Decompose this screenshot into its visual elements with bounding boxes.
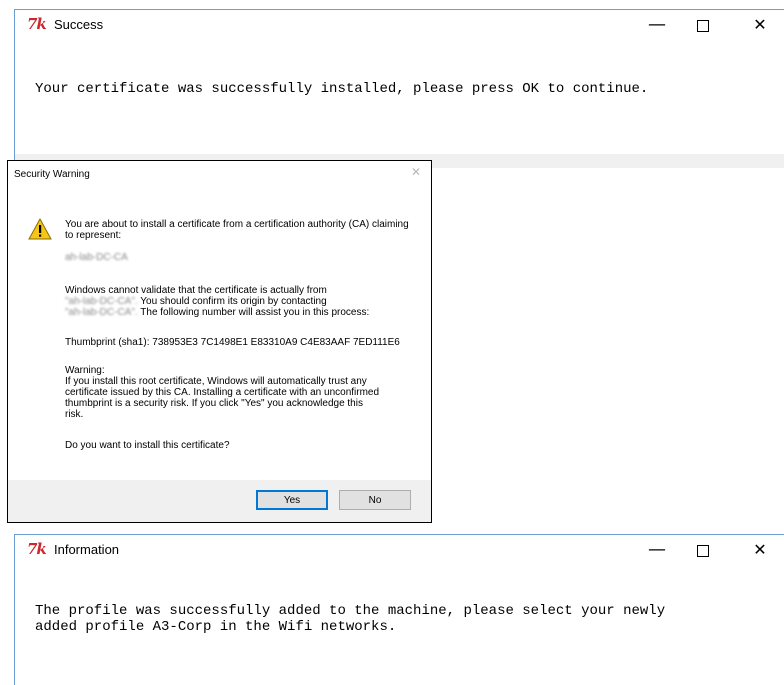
- validate-text: The following number will assist you in …: [137, 307, 370, 318]
- window-title: Information: [54, 542, 120, 557]
- maximize-button[interactable]: [680, 535, 726, 565]
- no-button[interactable]: No: [339, 490, 411, 510]
- maximize-button[interactable]: [680, 10, 726, 40]
- yes-button[interactable]: Yes: [256, 490, 328, 510]
- validate-line-2: "ah-lab-DC-CA". You should confirm its o…: [65, 296, 415, 307]
- security-warning-dialog: Security Warning ✕ You are about to inst…: [7, 160, 432, 523]
- window-title: Success: [54, 17, 104, 32]
- validate-line-3: "ah-lab-DC-CA". The following number wil…: [65, 307, 415, 318]
- validate-text: You should confirm its origin by contact…: [137, 296, 327, 307]
- information-body: The profile was successfully added to th…: [15, 565, 784, 685]
- validate-line-1: Windows cannot validate that the certifi…: [65, 285, 327, 296]
- warning-text: risk.: [65, 409, 84, 420]
- ca-name: ah-lab-DC-CA: [65, 252, 128, 263]
- information-message-line: added profile A3-Corp in the Wifi networ…: [35, 619, 397, 635]
- tk-logo-icon: 7k: [27, 15, 47, 33]
- dialog-button-bar: Yes No: [8, 480, 431, 522]
- minimize-button[interactable]: —: [634, 10, 680, 40]
- warning-text: certificate issued by this CA. Installin…: [65, 387, 380, 398]
- dialog-title: Security Warning: [14, 169, 90, 180]
- minimize-button[interactable]: —: [634, 535, 680, 565]
- close-button[interactable]: ✕: [737, 10, 783, 40]
- warning-text: If you install this root certificate, Wi…: [65, 376, 367, 387]
- success-body: Your certificate was successfully instal…: [15, 40, 784, 154]
- screen: 7k Success — ✕ Your certificate was succ…: [0, 0, 784, 685]
- intro-text: You are about to install a certificate f…: [65, 219, 409, 241]
- thumbprint-text: Thumbprint (sha1): 738953E3 7C1498E1 E83…: [65, 337, 400, 348]
- success-titlebar[interactable]: 7k Success — ✕: [15, 10, 784, 40]
- ca-name: "ah-lab-DC-CA".: [65, 296, 138, 307]
- ca-name: "ah-lab-DC-CA".: [65, 307, 138, 318]
- close-button[interactable]: ✕: [411, 165, 421, 179]
- close-button[interactable]: ✕: [737, 535, 783, 565]
- information-window: 7k Information — ✕ The profile was succe…: [14, 534, 784, 685]
- information-message-line: The profile was successfully added to th…: [35, 603, 666, 619]
- warning-text: thumbprint is a security risk. If you cl…: [65, 398, 363, 409]
- information-titlebar[interactable]: 7k Information — ✕: [15, 535, 784, 565]
- success-window: 7k Success — ✕ Your certificate was succ…: [14, 9, 784, 168]
- tk-logo-icon: 7k: [27, 540, 47, 558]
- question-text: Do you want to install this certificate?: [65, 440, 230, 451]
- warning-triangle-icon: [28, 218, 52, 240]
- success-message: Your certificate was successfully instal…: [35, 81, 649, 97]
- warning-heading: Warning:: [65, 365, 105, 376]
